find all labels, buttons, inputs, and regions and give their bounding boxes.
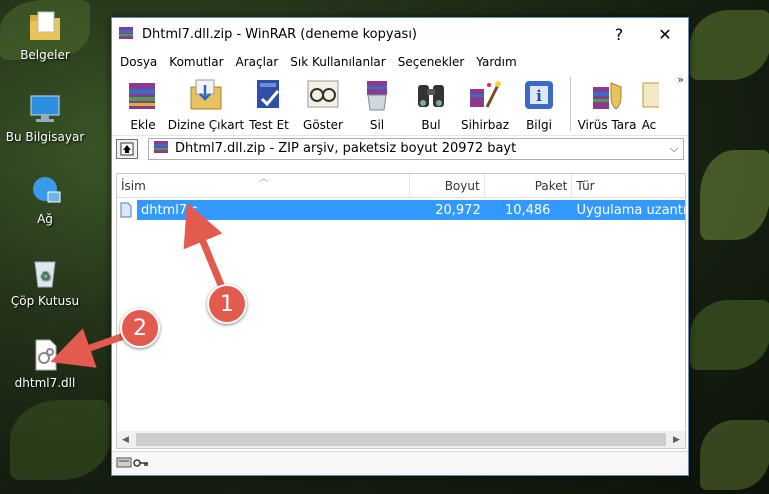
step-badge-2: 2 [120,308,160,348]
step-badge-1: 1 [207,284,247,324]
annotation-arrows [50,202,227,368]
arrow-to-file [183,202,227,292]
arrow-to-desktop-dll [50,328,126,368]
